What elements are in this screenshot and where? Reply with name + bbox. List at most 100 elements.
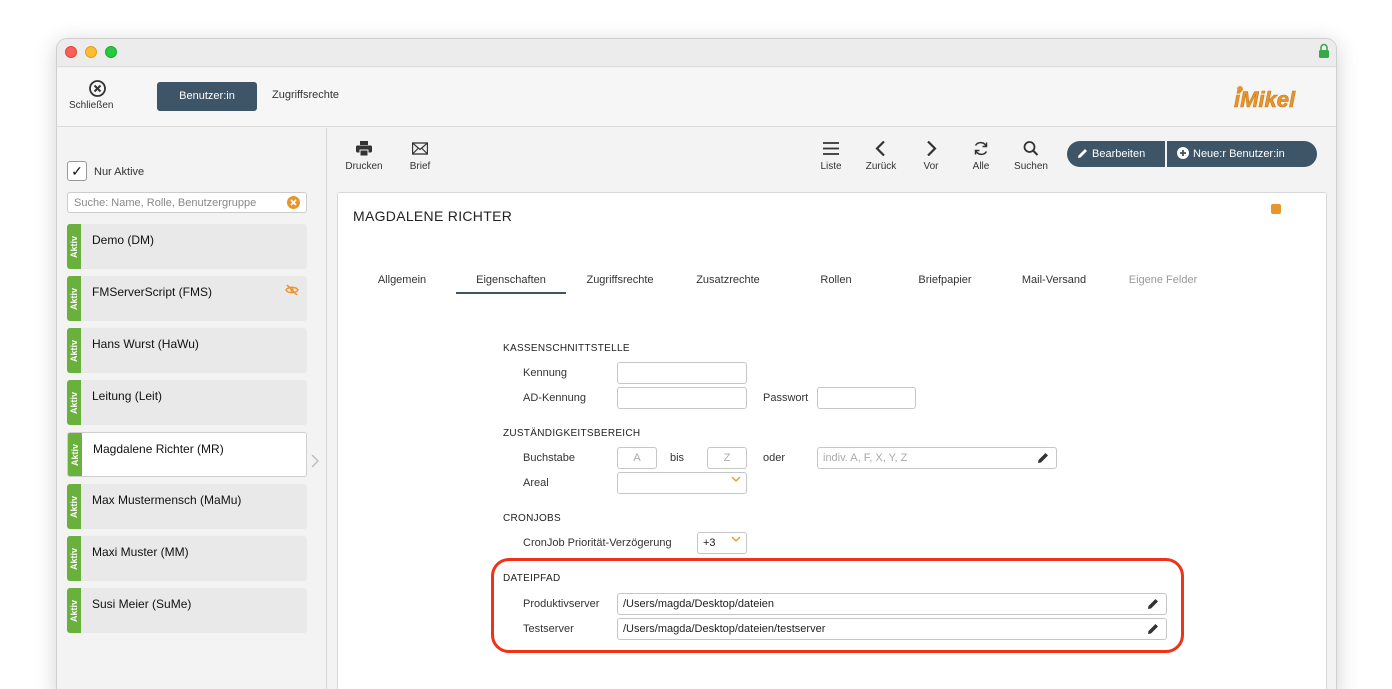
tab-eigenschaften[interactable]: Eigenschaften <box>456 274 566 294</box>
status-badge: Aktiv <box>67 380 81 425</box>
produktivserver-label: Produktivserver <box>523 598 600 610</box>
pencil-icon[interactable] <box>1147 623 1159 635</box>
tab-allgemein[interactable]: Allgemein <box>347 274 457 286</box>
forward-label: Vor <box>923 161 939 172</box>
status-badge: Aktiv <box>67 588 81 633</box>
tab-zusatzrechte[interactable]: Zusatzrechte <box>673 274 783 286</box>
record-card: MAGDALENE RICHTER Allgemein Eigenschafte… <box>337 192 1327 689</box>
testserver-label: Testserver <box>523 623 574 635</box>
all-button[interactable]: Alle <box>961 141 1001 172</box>
search-icon <box>1023 141 1039 156</box>
clear-search-icon[interactable] <box>287 196 300 209</box>
tab-briefpapier[interactable]: Briefpapier <box>890 274 1000 286</box>
bis-label: bis <box>670 452 685 464</box>
back-button[interactable]: Zurück <box>861 141 901 172</box>
buchstabe-label: Buchstabe <box>523 452 575 464</box>
indiv-letters-field[interactable]: indiv. A, F, X, Y, Z <box>817 447 1057 469</box>
user-name: Demo (DM) <box>92 233 154 247</box>
forward-button[interactable]: Vor <box>911 141 951 172</box>
chevron-left-icon <box>875 141 885 156</box>
list-button[interactable]: Liste <box>811 141 851 172</box>
new-user-button[interactable]: Neue:r Benutzer:in <box>1167 141 1317 167</box>
cron-delay-select[interactable]: +3 <box>697 532 747 554</box>
user-list-item[interactable]: Aktiv Maxi Muster (MM) <box>67 536 307 581</box>
oder-label: oder <box>763 452 786 464</box>
passwort-label: Passwort <box>763 392 809 404</box>
chevron-down-icon <box>731 476 741 482</box>
ad-kennung-label: AD-Kennung <box>523 392 586 404</box>
tab-mail-versand[interactable]: Mail-Versand <box>999 274 1109 286</box>
refresh-icon <box>974 141 988 156</box>
user-search-input[interactable] <box>68 193 278 212</box>
pencil-icon[interactable] <box>1037 452 1049 464</box>
note-icon[interactable] <box>1271 204 1281 214</box>
chevron-right-icon <box>927 141 937 156</box>
status-badge: Aktiv <box>67 224 81 269</box>
testserver-path-field[interactable]: /Users/magda/Desktop/dateien/testserver <box>617 618 1167 640</box>
tab-zugriffsrechte[interactable]: Zugriffsrechte <box>565 274 675 286</box>
cron-heading: CRONJOBS <box>503 513 561 524</box>
active-only-checkbox[interactable]: ✓ <box>67 161 87 181</box>
user-list-item[interactable]: Aktiv Leitung (Leit) <box>67 380 307 425</box>
window-zoom-button[interactable] <box>105 46 117 58</box>
pfad-heading: DATEIPFAD <box>503 573 561 584</box>
search-button[interactable]: Suchen <box>1011 141 1051 172</box>
user-list-item[interactable]: Aktiv Susi Meier (SuMe) <box>67 588 307 633</box>
close-button[interactable]: Schließen <box>69 80 125 111</box>
close-circle-icon <box>88 80 106 97</box>
user-name: Hans Wurst (HaWu) <box>92 337 199 351</box>
kasse-heading: KASSENSCHNITTSTELLE <box>503 343 630 354</box>
ad-kennung-field[interactable] <box>617 387 747 409</box>
areal-select[interactable] <box>617 472 747 494</box>
user-list-item[interactable]: Aktiv Demo (DM) <box>67 224 307 269</box>
status-badge: Aktiv <box>67 276 81 321</box>
user-list-item-selected[interactable]: Aktiv Magdalene Richter (MR) <box>67 432 307 477</box>
tab-eigene-felder: Eigene Felder <box>1128 274 1198 286</box>
edit-button[interactable]: Bearbeiten <box>1067 141 1165 167</box>
search-label: Suchen <box>1014 161 1048 172</box>
pencil-icon <box>1078 149 1087 158</box>
passwort-field[interactable] <box>817 387 916 409</box>
window-minimize-button[interactable] <box>85 46 97 58</box>
status-badge: Aktiv <box>67 484 81 529</box>
user-name: Magdalene Richter (MR) <box>93 442 224 456</box>
letter-from-field[interactable]: A <box>617 447 657 469</box>
app-header: Schließen Benutzer:in Zugriffsrechte iMi… <box>57 68 1336 127</box>
pencil-icon[interactable] <box>1147 598 1159 610</box>
record-title: MAGDALENE RICHTER <box>353 208 513 224</box>
user-list-item[interactable]: Aktiv FMServerScript (FMS) <box>67 276 307 321</box>
close-button-label: Schließen <box>69 100 114 111</box>
tab-rollen[interactable]: Rollen <box>781 274 891 286</box>
window-close-button[interactable] <box>65 46 77 58</box>
chevron-right-icon <box>311 454 319 468</box>
letter-to-field[interactable]: Z <box>707 447 747 469</box>
edit-label: Bearbeiten <box>1092 148 1146 160</box>
kennung-field[interactable] <box>617 362 747 384</box>
all-label: Alle <box>972 161 990 172</box>
title-bar <box>57 39 1336 67</box>
user-sidebar: ✓ Nur Aktive Aktiv Demo (DM) Aktiv FMSer… <box>57 128 327 689</box>
user-list-item[interactable]: Aktiv Max Mustermensch (MaMu) <box>67 484 307 529</box>
user-name: Max Mustermensch (MaMu) <box>92 493 242 507</box>
status-badge: Aktiv <box>67 536 81 581</box>
chevron-down-icon <box>731 536 741 542</box>
tab-benutzer[interactable]: Benutzer:in <box>157 82 257 111</box>
tab-zugriffsrechte[interactable]: Zugriffsrechte <box>272 89 339 101</box>
list-icon <box>823 142 839 155</box>
produktivserver-path-field[interactable]: /Users/magda/Desktop/dateien <box>617 593 1167 615</box>
print-button[interactable]: Drucken <box>344 141 384 172</box>
printer-icon <box>356 141 372 156</box>
cron-delay-label: CronJob Priorität-Verzögerung <box>523 537 672 549</box>
user-name: Leitung (Leit) <box>92 389 163 403</box>
user-name: Susi Meier (SuMe) <box>92 597 192 611</box>
new-user-label: Neue:r Benutzer:in <box>1193 148 1285 160</box>
areal-label: Areal <box>523 477 549 489</box>
imikel-logo: iMikel <box>1234 86 1296 112</box>
user-search-box <box>67 192 307 213</box>
user-name: FMServerScript (FMS) <box>92 285 212 299</box>
user-list-item[interactable]: Aktiv Hans Wurst (HaWu) <box>67 328 307 373</box>
letter-button[interactable]: Brief <box>400 141 440 172</box>
eye-slash-icon <box>285 284 299 296</box>
letter-label: Brief <box>409 161 431 172</box>
user-name: Maxi Muster (MM) <box>92 545 189 559</box>
